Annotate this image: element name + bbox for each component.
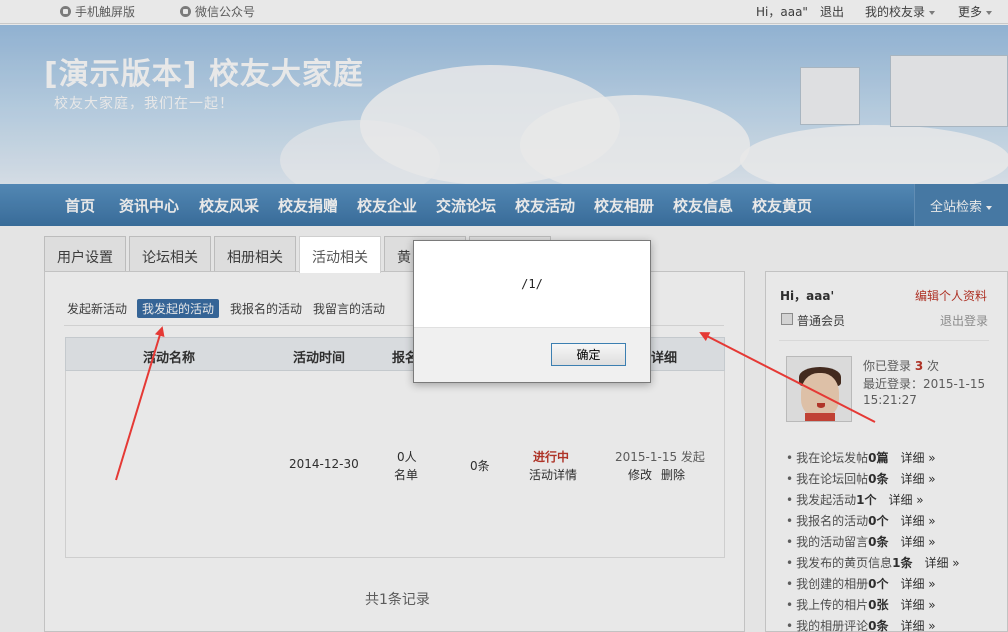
ok-button[interactable]: 确定 [551, 343, 626, 366]
alert-dialog: /1/ 确定 [413, 240, 651, 383]
alert-message: /1/ [521, 277, 543, 291]
alert-footer: 确定 [414, 327, 650, 382]
tab-activity[interactable]: 活动相关 [299, 236, 381, 273]
